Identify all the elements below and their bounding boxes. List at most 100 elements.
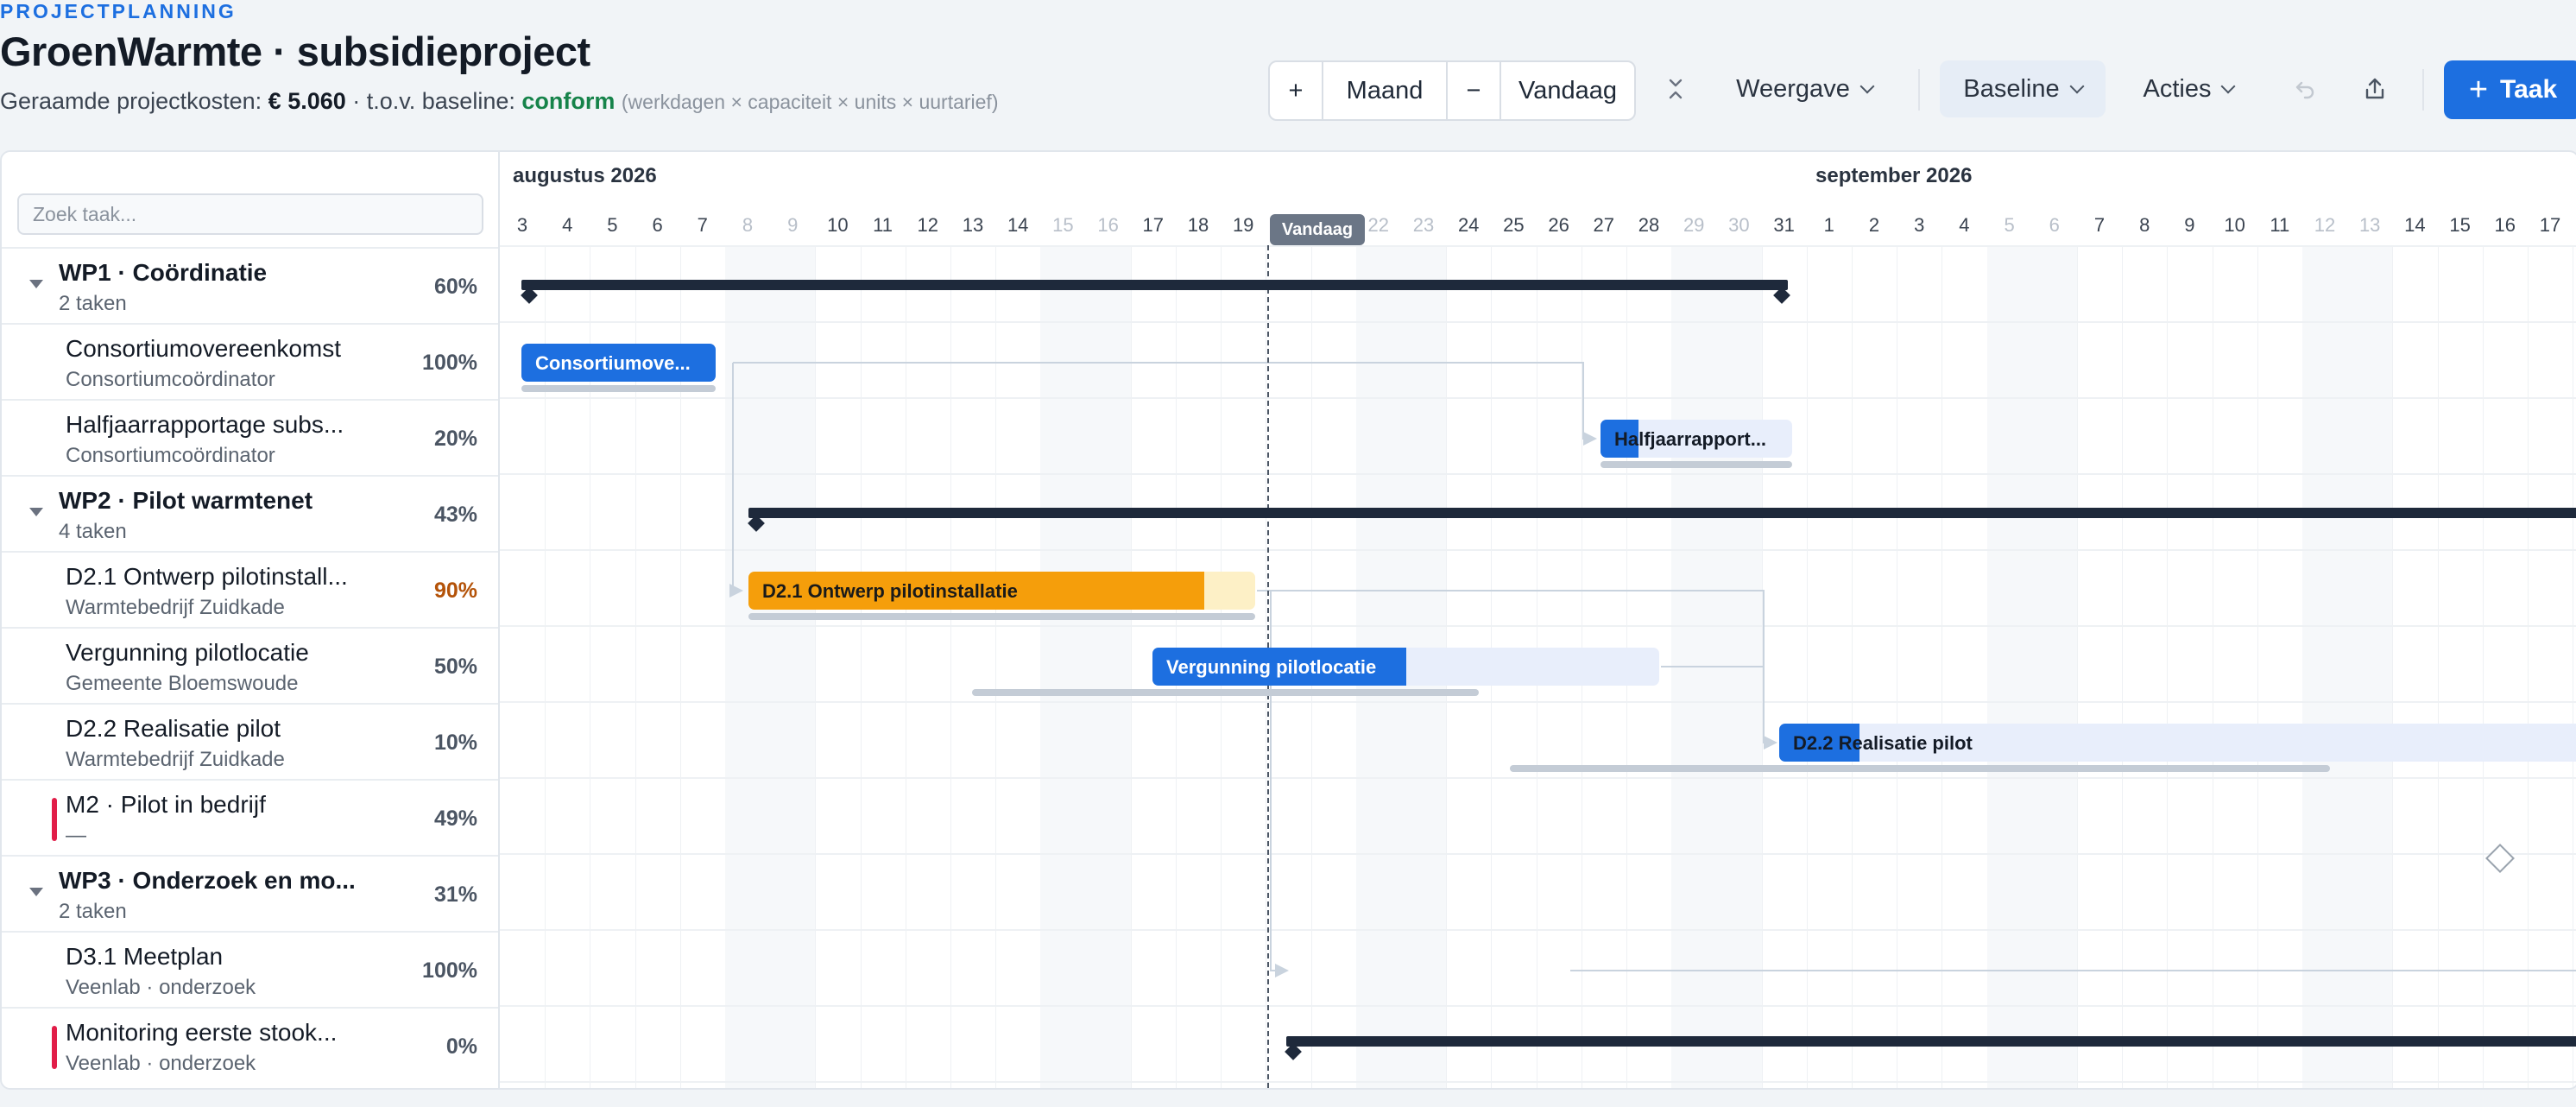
- page-title: GroenWarmte · subsidieproject: [0, 28, 590, 74]
- task-progress: 49%: [433, 807, 477, 831]
- task-owner: Consortiumcoördinator: [66, 368, 275, 391]
- task-owner: —: [66, 824, 86, 847]
- zoom-in-button[interactable]: +: [1270, 62, 1323, 119]
- summary-bar-wp2[interactable]: [748, 508, 2576, 518]
- critical-flag: [52, 1026, 57, 1069]
- undo-button[interactable]: [2283, 60, 2327, 117]
- baseline-label: · t.o.v. baseline:: [345, 88, 522, 114]
- task-progress: 0%: [445, 1034, 477, 1059]
- task-bar-consortiumovereenkomst[interactable]: Consortiumove...: [521, 344, 716, 382]
- task-name: Monitoring eerste stook...: [66, 1019, 338, 1046]
- task-name: D3.1 Meetplan: [66, 943, 224, 970]
- link-arrow: [1275, 964, 1289, 977]
- gantt-chart: augustus 2026 september 2026 3 4 5 6 7 8 9 10 11…: [500, 152, 2576, 1088]
- dependency-link: [732, 363, 738, 591]
- bar-label: D2.2 Realisatie pilot: [1793, 732, 1973, 754]
- section-kicker: PROJECTPLANNING: [0, 0, 237, 22]
- task-row[interactable]: M2 · Pilot in bedrijf — 49%: [2, 779, 498, 855]
- baseline-status: conform: [521, 88, 616, 114]
- task-search-input[interactable]: [17, 193, 483, 235]
- expand-caret-icon[interactable]: [29, 280, 43, 288]
- summary-bar-wp3[interactable]: [1286, 1036, 2576, 1047]
- link-arrow: [729, 584, 743, 598]
- chevron-down-icon: [2220, 79, 2236, 94]
- collapse-icon: [1669, 79, 1683, 99]
- task-list: WP1 · Coördinatie 2 taken 60% Consortiumove…: [2, 152, 500, 1088]
- task-owner: Consortiumcoördinator: [66, 444, 275, 467]
- task-progress: 50%: [433, 655, 477, 679]
- task-name: Halfjaarrapportage subs...: [66, 411, 344, 438]
- expand-caret-icon[interactable]: [29, 508, 43, 516]
- link-arrow: [1764, 736, 1777, 750]
- actions-label: Acties: [2143, 74, 2212, 103]
- actions-menu-button[interactable]: Acties: [2124, 60, 2253, 117]
- task-row[interactable]: Vergunning pilotlocatie Gemeente Bloemswo…: [2, 627, 498, 703]
- bar-label: D2.1 Ontwerp pilotinstallatie: [762, 580, 1018, 602]
- baseline-bar: [521, 385, 716, 392]
- task-owner: 4 taken: [59, 520, 127, 543]
- task-owner: Gemeente Bloemswoude: [66, 672, 299, 695]
- task-group-row[interactable]: WP3 · Onderzoek en mo... 2 taken 31%: [2, 855, 498, 931]
- cost-formula: (werkdagen × capaciteit × units × uurtar…: [621, 91, 999, 113]
- baseline-label: Baseline: [1963, 74, 2060, 103]
- task-row[interactable]: D2.2 Realisatie pilot Warmtebedrijf Zuidk…: [2, 703, 498, 779]
- task-group-row[interactable]: WP1 · Coördinatie 2 taken 60%: [2, 247, 498, 323]
- task-row[interactable]: Monitoring eerste stook... Veenlab · onde…: [2, 1007, 498, 1083]
- chevron-down-icon: [2069, 79, 2085, 94]
- task-name: D2.2 Realisatie pilot: [66, 715, 281, 742]
- add-task-button[interactable]: + Taak: [2444, 60, 2576, 119]
- toolbar-divider: [2422, 69, 2424, 111]
- view-label: Weergave: [1736, 74, 1850, 103]
- view-menu-button[interactable]: Weergave: [1727, 60, 1882, 117]
- dependency-link: [733, 362, 1589, 440]
- task-progress: 100%: [422, 958, 477, 983]
- bar-label: Halfjaarrapport...: [1614, 428, 1767, 450]
- undo-icon: [2295, 81, 2314, 99]
- baseline-bar: [748, 613, 1255, 620]
- task-progress: 90%: [433, 579, 477, 603]
- export-button[interactable]: [2352, 60, 2397, 117]
- task-progress: 60%: [433, 275, 477, 299]
- task-name: WP2 · Pilot warmtenet: [59, 487, 313, 514]
- task-name: Consortiumovereenkomst: [66, 335, 342, 362]
- baseline-bar: [1601, 461, 1792, 468]
- add-task-label: Taak: [2500, 75, 2558, 104]
- task-group-row[interactable]: WP2 · Pilot warmtenet 4 taken 43%: [2, 475, 498, 551]
- task-owner: 2 taken: [59, 292, 127, 315]
- task-bar-vergunning[interactable]: Vergunning pilotlocatie: [1152, 648, 1659, 686]
- zoom-out-button[interactable]: −: [1448, 62, 1501, 119]
- bar-label: Vergunning pilotlocatie: [1166, 656, 1377, 678]
- task-owner: Veenlab · onderzoek: [66, 1052, 256, 1075]
- dependency-links: [729, 362, 2576, 977]
- task-progress: 10%: [433, 731, 477, 755]
- cost-value: € 5.060: [268, 88, 346, 114]
- expand-caret-icon[interactable]: [29, 888, 43, 896]
- task-progress: 20%: [433, 427, 477, 451]
- cost-summary: Geraamde projectkosten: € 5.060 · t.o.v.…: [0, 88, 999, 115]
- plus-icon: +: [2468, 72, 2489, 108]
- task-owner: 2 taken: [59, 900, 127, 923]
- summary-bar-wp1[interactable]: [521, 280, 1788, 290]
- task-row[interactable]: D2.1 Ontwerp pilotinstall... Warmtebedrij…: [2, 551, 498, 627]
- task-name: D2.1 Ontwerp pilotinstall...: [66, 563, 348, 590]
- task-progress: 31%: [433, 882, 477, 907]
- export-icon: [2365, 78, 2384, 99]
- task-bar-halfjaarrapportage[interactable]: Halfjaarrapport...: [1601, 420, 1792, 458]
- today-marker: Vandaag: [1270, 214, 1365, 245]
- task-row[interactable]: Consortiumovereenkomst Consortiumcoördina…: [2, 323, 498, 399]
- critical-flag: [52, 798, 57, 841]
- task-bar-d2-1[interactable]: D2.1 Ontwerp pilotinstallatie: [748, 572, 1255, 610]
- collapse-button[interactable]: [1654, 60, 1697, 117]
- task-progress: 100%: [422, 351, 477, 375]
- task-name: WP3 · Onderzoek en mo...: [59, 867, 356, 894]
- today-button[interactable]: Vandaag: [1501, 62, 1634, 119]
- task-bar-d2-2[interactable]: D2.2 Realisatie pilot: [1779, 724, 2576, 762]
- scale-select[interactable]: Maand: [1323, 62, 1448, 119]
- task-progress: 43%: [433, 503, 477, 527]
- task-name: M2 · Pilot in bedrijf: [66, 791, 266, 818]
- chevron-down-icon: [1859, 79, 1875, 94]
- task-row[interactable]: D3.1 Meetplan Veenlab · onderzoek 100%: [2, 931, 498, 1007]
- task-row[interactable]: Halfjaarrapportage subs... Consortiumcoör…: [2, 399, 498, 475]
- baseline-menu-button[interactable]: Baseline: [1940, 60, 2106, 117]
- bar-label: Consortiumove...: [535, 352, 691, 374]
